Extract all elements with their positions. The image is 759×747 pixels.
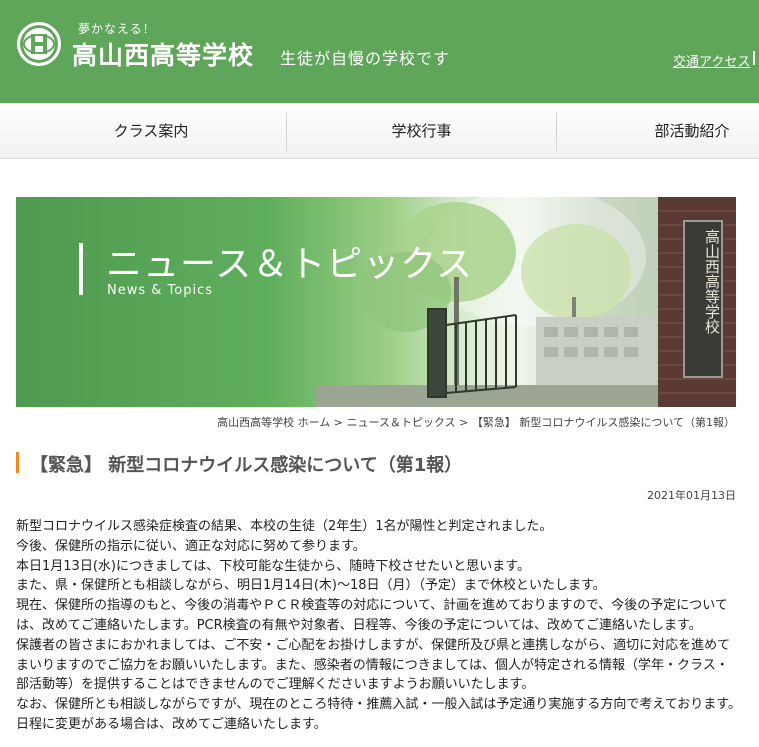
article-paragraph: 日程に変更がある場合は、改めてご連絡いたします。: [16, 716, 327, 732]
article-paragraph: なお、保健所とも相談しながらですが、現在のところ特待・推薦入試・一般入試は予定通…: [16, 697, 742, 713]
banner-accent-bar: [79, 243, 83, 295]
school-building-photo: [316, 197, 736, 407]
breadcrumb: 高山西高等学校 ホーム > ニュース＆トピックス > 【緊急】 新型コロナウイル…: [217, 414, 735, 430]
breadcrumb-separator: >: [459, 416, 469, 429]
breadcrumb-home[interactable]: 高山西高等学校 ホーム: [217, 416, 330, 429]
article-paragraph: 今後、保健所の指示に従い、適正な対応に努めて参ります。: [16, 538, 366, 554]
breadcrumb-current: 【緊急】 新型コロナウイルス感染について（第1報）: [471, 416, 735, 429]
banner-title: ニュース＆トピックス: [106, 244, 474, 285]
nav-item-class-info[interactable]: クラス案内: [16, 103, 286, 159]
title-accent-bar: [16, 452, 19, 473]
school-logo-icon[interactable]: [17, 22, 61, 66]
breadcrumb-section[interactable]: ニュース＆トピックス: [346, 416, 455, 429]
nav-item-club-activities[interactable]: 部活動紹介: [557, 103, 759, 159]
main-nav: クラス案内 学校行事 部活動紹介: [0, 103, 759, 159]
access-link[interactable]: 交通アクセス: [673, 51, 750, 70]
site-header: 夢かなえる！ 高山西高等学校 生徒が自慢の学校です 交通アクセス: [0, 0, 759, 103]
article-paragraph: 新型コロナウイルス感染症検査の結果、本校の生徒（2年生）1名が陽性と判定されまし…: [16, 519, 553, 534]
news-banner: 高山西高等学校 ニュース＆トピックス News & Topics: [16, 197, 736, 407]
header-link-separator: [753, 51, 755, 65]
school-emblem-icon: [23, 34, 55, 54]
building-sign: 高山西高等学校: [703, 229, 721, 334]
article-paragraph: 保護者の皆さまにおかれましては、ご不安・ご心配をお掛けしますが、保健所及び県と連…: [16, 637, 731, 693]
article-paragraph: また、県・保健所とも相談しながら、明日1月14日(木)～18日（月）（予定）まで…: [16, 578, 606, 594]
breadcrumb-separator: >: [333, 416, 343, 429]
school-tagline: 夢かなえる！: [78, 22, 156, 36]
banner-subtitle: News & Topics: [107, 283, 213, 298]
article-date: 2021年01月13日: [647, 489, 736, 502]
article-paragraph: 現在、保健所の指導のもと、今後の消毒やＰＣＲ検査等の対応について、計画を進めてお…: [16, 598, 728, 633]
article-body: 新型コロナウイルス感染症検査の結果、本校の生徒（2年生）1名が陽性と判定されまし…: [16, 517, 741, 735]
nav-item-school-events[interactable]: 学校行事: [287, 103, 556, 159]
school-name[interactable]: 高山西高等学校: [72, 36, 254, 72]
school-slogan: 生徒が自慢の学校です: [280, 49, 451, 68]
article-title: 【緊急】 新型コロナウイルス感染について（第1報）: [30, 455, 463, 476]
article-paragraph: 本日1月13日(水)につきましては、下校可能な生徒から、随時下校させたいと思いま…: [16, 558, 531, 574]
